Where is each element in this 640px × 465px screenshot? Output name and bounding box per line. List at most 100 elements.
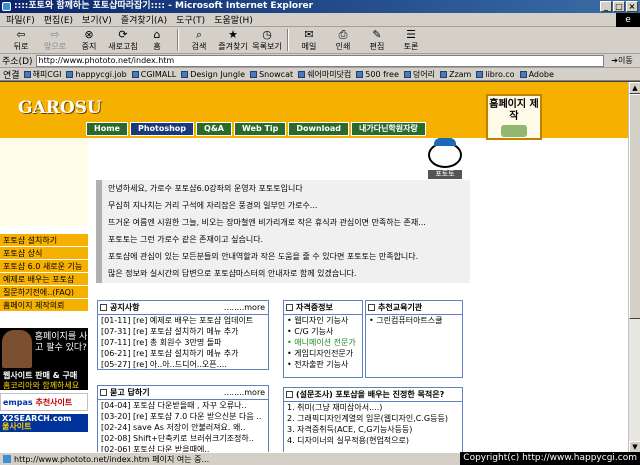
go-button[interactable]: ➔이동 xyxy=(604,55,640,66)
home-button[interactable]: ⌂ 홈 xyxy=(140,28,174,52)
menu-tools[interactable]: 도구(T) xyxy=(176,13,205,26)
notice-panel: 공지사항 ........more [01-11] [re] 예제로 배우는 포토… xyxy=(97,300,269,370)
edit-button[interactable]: ✎ 편집 xyxy=(360,28,394,52)
cert-row[interactable]: • C/G 기능사 xyxy=(284,326,362,337)
history-icon: ◷ xyxy=(262,28,272,41)
link-item[interactable]: CGIMALL xyxy=(131,70,176,79)
edu-row[interactable]: • 그린컴퓨터아트스쿨 xyxy=(366,315,462,326)
nav-photoshop[interactable]: Photoshop xyxy=(129,122,195,136)
notice-row[interactable]: [07-31] [re] 포토샵 설치하기 메뉴 추가 xyxy=(98,326,268,337)
cert-row[interactable]: • 게임디자인전문가 xyxy=(284,348,362,359)
notice-row[interactable]: [05-27] [re] 아..아..드디어..오픈.... xyxy=(98,359,268,370)
ie-app-icon xyxy=(2,2,11,11)
nav-home[interactable]: Home xyxy=(86,122,128,136)
link-item[interactable]: Snowcat xyxy=(250,70,293,79)
survey-option[interactable]: 4. 디자이너의 실무적용(현업적으로) xyxy=(284,435,462,446)
nav-download[interactable]: Download xyxy=(288,122,349,136)
notice-row[interactable]: [06-21] [re] 포토샵 설치하기 메뉴 추가 xyxy=(98,348,268,359)
star-icon: ★ xyxy=(228,28,238,41)
scroll-thumb[interactable] xyxy=(629,94,640,319)
survey-option[interactable]: 1. 취미(그냥 재미삼아서....) xyxy=(284,402,462,413)
edit-icon: ✎ xyxy=(372,28,382,41)
survey-option[interactable]: 3. 자격증취득(ACE, C,G기능사등등) xyxy=(284,424,462,435)
intro-line: 많은 정보와 실시간의 답변으로 포토샵마스터의 안내자로 함께 있겠습니다. xyxy=(108,269,357,278)
mail-button[interactable]: ✉ 메일 xyxy=(292,28,326,52)
edu-panel: 추천교육기관 • 그린컴퓨터아트스쿨 xyxy=(365,300,463,378)
empas-ad[interactable]: empas 추천사이트 xyxy=(0,393,88,411)
site-logo[interactable]: GAROSU xyxy=(18,98,102,118)
address-input[interactable]: http://www.phototo.net/index.htm xyxy=(35,54,604,67)
status-text: http://www.phototo.net/index.htm 페이지 여는 … xyxy=(14,454,210,464)
discuss-button[interactable]: ☰ 토론 xyxy=(394,28,428,52)
search-button[interactable]: ⌕ 검색 xyxy=(182,28,216,52)
homepage-build-banner[interactable]: 홈페이지 제작 xyxy=(486,94,542,140)
qna-row[interactable]: [03-20] [re] 포토샵 7.0 다운 받으신분 다음 .. xyxy=(98,411,268,422)
notice-row[interactable]: [01-11] [re] 예제로 배우는 포토샵 업데이트 xyxy=(98,315,268,326)
nav-webtip[interactable]: Web Tip xyxy=(233,122,287,136)
menu-view[interactable]: 보기(V) xyxy=(82,13,112,26)
page-icon xyxy=(66,70,74,78)
page-icon xyxy=(131,70,139,78)
checkbox-icon xyxy=(100,389,107,396)
cert-row[interactable]: • 웹디자인 기능사 xyxy=(284,315,362,326)
qna-row[interactable]: [02-24] save As 저장이 안불러져요. 왜.. xyxy=(98,422,268,433)
links-label: 연결 xyxy=(3,70,20,81)
vertical-scrollbar[interactable]: ▲ ▼ xyxy=(628,82,640,452)
qna-row[interactable]: [04-04] 포토샵 다운받을때 , 자꾸 오류나.. xyxy=(98,400,268,411)
home-icon: ⌂ xyxy=(153,28,161,41)
left-menu-item[interactable]: 포토샵 상식 xyxy=(0,247,88,260)
link-item[interactable]: 해피CGI xyxy=(23,69,61,80)
menu-edit[interactable]: 편집(E) xyxy=(44,13,73,26)
menu-favorites[interactable]: 즐겨찾기(A) xyxy=(121,13,167,26)
notice-more-link[interactable]: ........more xyxy=(224,303,265,312)
left-menu-item[interactable]: 포토샵 6.0 새로운 기능 xyxy=(0,260,88,273)
nav-qna[interactable]: Q&A xyxy=(196,122,232,136)
close-button[interactable]: × xyxy=(626,1,638,12)
intro-line: 뜨거운 여름엔 시원한 그늘, 비오는 장마철엔 비가리개로 작은 휴식과 관심… xyxy=(108,218,426,227)
scroll-down-icon[interactable]: ▼ xyxy=(629,441,640,452)
x2search-ad[interactable]: X2SEARCH.com 울사이트 xyxy=(0,414,88,432)
page-viewport: GAROSU Home Photoshop Q&A Web Tip Downlo… xyxy=(0,81,640,452)
notice-row[interactable]: [07-11] [re] 총 회원수 3만명 돌파 xyxy=(98,337,268,348)
link-item[interactable]: happycgi.job xyxy=(66,70,127,79)
survey-panel: (설문조사) 포토샵을 배우는 진정한 목적은? 1. 취미(그냥 재미삼아서.… xyxy=(283,387,463,452)
intro-box: 안녕하세요, 가로수 포토샵6.0강좌의 운영자 포토토입니다 무심히 지나치는… xyxy=(96,180,470,283)
scroll-up-icon[interactable]: ▲ xyxy=(629,82,640,94)
link-item[interactable]: Zzam xyxy=(439,70,471,79)
survey-option[interactable]: 2. 그래픽디자인계열의 입문(웹디자인,C.G등등) xyxy=(284,413,462,424)
link-item[interactable]: libro.co xyxy=(476,70,515,79)
page-icon xyxy=(181,70,189,78)
left-menu-item[interactable]: 홈페이지 제작의뢰 xyxy=(0,299,88,312)
cert-row[interactable]: • 전자출판 기능사 xyxy=(284,359,362,370)
qna-row[interactable]: [02-06] 포토샵 다운 받을때에.. xyxy=(98,444,268,452)
left-menu-item[interactable]: 질문하기전에..(FAQ) xyxy=(0,286,88,299)
print-button[interactable]: ⎙ 인쇄 xyxy=(326,28,360,52)
qna-panel: 묻고 답하기 ........more [04-04] 포토샵 다운받을때 , 자… xyxy=(97,385,269,452)
link-item[interactable]: 500 free xyxy=(356,70,399,79)
nav-academy[interactable]: 내가다닌학원자랑 xyxy=(350,122,426,136)
stop-button[interactable]: ⊗ 중지 xyxy=(72,28,106,52)
page-icon xyxy=(403,70,411,78)
forward-button[interactable]: ⇨ 앞으로 xyxy=(38,28,72,52)
link-item[interactable]: Design Jungle xyxy=(181,70,245,79)
intro-line: 포토샵에 관심이 있는 모든분들의 안내역할과 작은 도움을 줄 수 있다면 포… xyxy=(108,252,419,261)
homekorea-ad[interactable]: 홈페이지를 사고 팔수 있다? 웹사이트 판매 & 구매 홈코리아와 함께하세요 xyxy=(0,328,88,390)
qna-more-link[interactable]: ........more xyxy=(224,388,265,397)
link-item[interactable]: 쉐어마미닷컴 xyxy=(298,69,351,80)
history-button[interactable]: ◷ 목록보기 xyxy=(250,28,284,52)
favorites-button[interactable]: ★ 즐겨찾기 xyxy=(216,28,250,52)
qna-row[interactable]: [02-08] Shift+단축키로 브러쉬크기조정하.. xyxy=(98,433,268,444)
refresh-button[interactable]: ⟳ 새로고침 xyxy=(106,28,140,52)
menu-help[interactable]: 도움말(H) xyxy=(214,13,253,26)
checkbox-icon xyxy=(368,304,375,311)
cert-row[interactable]: • 애니메이션 전문가 xyxy=(284,337,362,348)
page-icon xyxy=(250,70,258,78)
minimize-button[interactable]: _ xyxy=(600,1,612,12)
left-menu-item[interactable]: 포토샵 설치하기 xyxy=(0,234,88,247)
back-button[interactable]: ⇦ 뒤로 xyxy=(4,28,38,52)
left-menu-item[interactable]: 예제로 배우는 포토샵 xyxy=(0,273,88,286)
menu-file[interactable]: 파일(F) xyxy=(6,13,35,26)
link-item[interactable]: Adobe xyxy=(519,70,554,79)
maximize-button[interactable]: □ xyxy=(613,1,625,12)
link-item[interactable]: 덩어리 xyxy=(403,69,435,80)
